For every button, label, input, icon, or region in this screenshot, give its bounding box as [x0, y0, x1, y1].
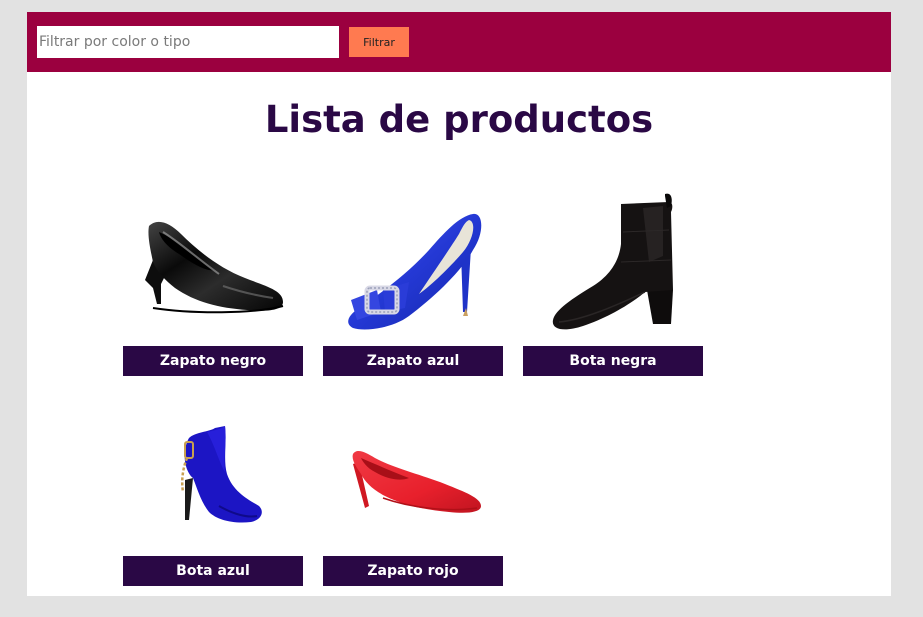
product-card: Bota negra [523, 192, 703, 402]
product-card: Zapato negro [123, 192, 303, 402]
product-card: Zapato rojo [323, 402, 503, 612]
filter-bar: Filtrar [27, 12, 891, 72]
product-label[interactable]: Zapato rojo [323, 556, 503, 586]
product-card: Bota azul [123, 402, 303, 612]
blue-pump-icon [323, 192, 503, 342]
black-boot-icon [523, 192, 703, 342]
filter-input[interactable] [37, 26, 339, 58]
product-label[interactable]: Bota azul [123, 556, 303, 586]
product-label[interactable]: Zapato azul [323, 346, 503, 376]
blue-boot-icon [123, 402, 303, 552]
red-pump-icon [323, 402, 503, 552]
product-card: Zapato azul [323, 192, 503, 402]
product-label[interactable]: Zapato negro [123, 346, 303, 376]
product-label[interactable]: Bota negra [523, 346, 703, 376]
black-pump-icon [123, 192, 303, 342]
page-container: Filtrar Lista de productos [27, 12, 891, 596]
filter-button[interactable]: Filtrar [349, 27, 409, 57]
page-title: Lista de productos [264, 98, 654, 141]
